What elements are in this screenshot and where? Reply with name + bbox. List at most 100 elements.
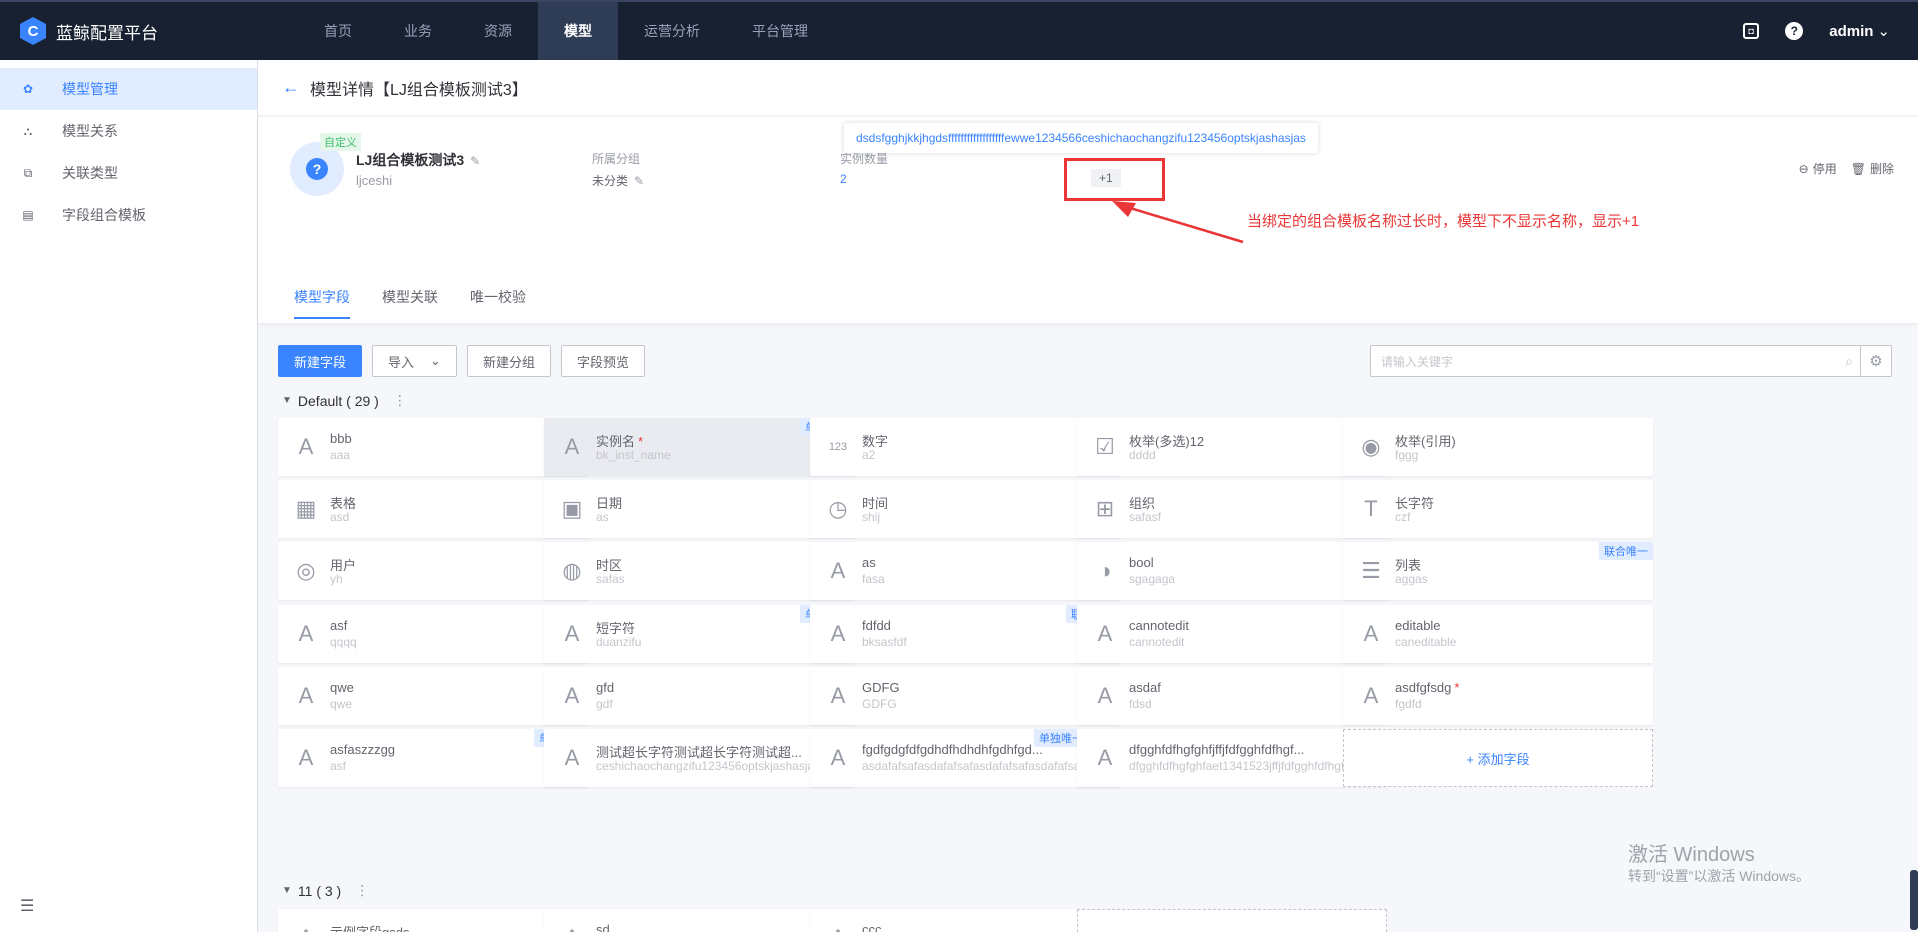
group-value: 未分类 ✎	[592, 172, 644, 189]
import-button[interactable]: 导入 ⌄	[372, 345, 457, 377]
field-card[interactable]: T 长字符 czf	[1343, 480, 1653, 539]
field-card[interactable]: ◉ 枚举(引用) fggg	[1343, 418, 1653, 476]
more-icon[interactable]: ⋮	[355, 882, 369, 899]
add-field-button[interactable]: + 添加字段	[1343, 729, 1653, 787]
tab-model-relations[interactable]: 模型关联	[382, 287, 438, 319]
field-card[interactable]: Abbb aaa	[278, 418, 588, 476]
field-card[interactable]: Aasf qqqq	[278, 604, 588, 663]
app-logo[interactable]: C 蓝鲸配置平台	[0, 17, 258, 45]
field-name-text: fdfdd	[862, 617, 891, 633]
field-name-text: 数字	[862, 434, 889, 449]
required-mark: *	[1454, 679, 1460, 695]
notice-icon[interactable]: ◘	[1743, 23, 1760, 39]
sidebar-item-label: 字段组合模板	[62, 207, 146, 223]
field-id: asdafafsafasdafafsafasdafafsafasdafafsaf…	[862, 759, 1113, 773]
field-card[interactable]: Agfd gdf	[544, 666, 854, 725]
field-name-text: ccc	[862, 922, 882, 932]
field-name-text: cannotedit	[1129, 617, 1189, 633]
field-type-icon: A	[294, 925, 318, 932]
user-menu[interactable]: admin ⌄	[1829, 22, 1890, 40]
help-icon[interactable]: ?	[1785, 22, 1804, 40]
tab-unique-check[interactable]: 唯一校验	[470, 287, 526, 319]
field-id: aggas	[1395, 572, 1428, 587]
main-content: ← 模型详情【LJ组合模板测试3】 ? 自定义 LJ组合模板测试3 ✎ ljces…	[258, 60, 1918, 932]
question-icon: ?	[306, 158, 328, 180]
field-card[interactable]: ⊞ 组织 safasf	[1077, 480, 1387, 539]
field-name: editable	[1395, 618, 1441, 633]
field-name: 示例字段gsds	[330, 922, 409, 932]
nav-business[interactable]: 业务	[378, 2, 458, 60]
field-card[interactable]: Aqwe qwe	[278, 666, 588, 725]
field-card[interactable]: ◷ 时间 shij	[810, 480, 1120, 539]
windows-watermark-sub: 转到“设置”以激活 Windows。	[1628, 868, 1811, 884]
nav-resource[interactable]: 资源	[458, 2, 538, 60]
group-header-default[interactable]: ▼ Default ( 29 ) ⋮	[282, 392, 407, 409]
field-card[interactable]: ◍ 时区 safas	[544, 542, 854, 601]
edit-icon[interactable]: ✎	[470, 154, 480, 168]
field-type-icon: A	[1097, 620, 1113, 646]
model-id: ljceshi	[356, 173, 393, 188]
new-group-button[interactable]: 新建分组	[466, 345, 551, 377]
nav-model[interactable]: 模型	[538, 2, 618, 60]
field-card[interactable]: ▣ 日期 as	[544, 480, 854, 539]
field-card[interactable]: A短字符duanzifu单独唯一	[544, 604, 854, 663]
field-card[interactable]: ☑ 枚举(多选)12 dddd	[1077, 418, 1387, 476]
sidebar-item-association-type[interactable]: ⧉ 关联类型	[0, 152, 257, 194]
field-id: safas	[596, 572, 625, 587]
group-header-11[interactable]: ▼ 11 ( 3 ) ⋮	[282, 882, 369, 899]
scrollbar[interactable]	[1910, 870, 1918, 930]
field-card[interactable]: A GDFG GDFG	[810, 666, 1120, 725]
nav-platform[interactable]: 平台管理	[726, 2, 834, 60]
nav-home[interactable]: 首页	[298, 2, 378, 60]
back-arrow-icon[interactable]: ←	[282, 77, 300, 98]
field-card[interactable]: ▦ 表格 asd	[278, 480, 588, 539]
field-id: fasa	[862, 572, 885, 587]
field-card[interactable]: Aeditable caneditable	[1343, 604, 1653, 663]
edit-icon[interactable]: ✎	[634, 174, 644, 188]
field-name-text: qwe	[330, 679, 354, 695]
field-card[interactable]: Aasdfgfsdg * fgdfd	[1343, 666, 1653, 725]
field-card[interactable]: Afdfddbksasfdf联合唯一	[810, 604, 1120, 663]
sidebar-item-field-template[interactable]: ▤ 字段组合模板	[0, 194, 257, 236]
nav-analytics[interactable]: 运营分析	[618, 2, 726, 60]
add-field-button[interactable]: + 添加字段	[1077, 909, 1387, 932]
field-card[interactable]: A 测试超长字符测试超长字符测试超... ceshichaochangzifu123…	[544, 729, 854, 787]
tab-model-fields[interactable]: 模型字段	[294, 287, 350, 319]
more-icon[interactable]: ⋮	[393, 392, 407, 409]
field-card[interactable]: Acccsasfa	[810, 909, 1120, 932]
field-card[interactable]: Aasfaszzzggasf单独唯一	[278, 729, 588, 787]
field-type-icon: ◷	[828, 496, 848, 522]
field-id: bk_inst_name	[596, 448, 671, 462]
field-id: qqqq	[330, 634, 357, 649]
sidebar-item-model-relation[interactable]: ⛬ 模型关系	[0, 110, 257, 152]
new-field-button[interactable]: 新建字段	[278, 345, 363, 377]
field-preview-button[interactable]: 字段预览	[560, 345, 645, 377]
collapse-sidebar-icon[interactable]: ☰	[20, 896, 34, 916]
settings-button[interactable]: ⚙	[1860, 345, 1892, 377]
search-input[interactable]: 请输入关键字 ⌕	[1370, 345, 1862, 377]
field-type-icon: A	[298, 620, 314, 646]
field-card[interactable]: A示例字段gsdsdemo	[278, 909, 588, 932]
field-card[interactable]: 123数字a2模板	[810, 418, 1120, 476]
field-name: ccc	[862, 922, 882, 932]
field-card[interactable]: ◑ bool sgagaga	[1077, 542, 1387, 601]
field-card[interactable]: Afgdfgdgfdfgdhdfhdhdhfgdhfgd... asdafafsa…	[810, 729, 1120, 787]
sidebar-item-model-management[interactable]: ✿ 模型管理	[0, 68, 257, 110]
field-card[interactable]: Aasdaf fdsd	[1077, 666, 1387, 725]
field-type-icon: ◉	[1361, 434, 1381, 459]
field-card[interactable]: Asdafsf	[544, 909, 854, 932]
delete-button[interactable]: 🗑 删除	[1851, 160, 1894, 177]
field-id: fdsd	[1129, 696, 1152, 711]
annotation-text: 当绑定的组合模板名称过长时，模型下不显示名称，显示+1	[1247, 213, 1640, 230]
field-card[interactable]: ◎ 用户 yh	[278, 542, 588, 601]
field-name: asdfgfsdg *	[1395, 680, 1459, 695]
field-card[interactable]: ☰ 列表 aggas 联合唯一	[1343, 542, 1653, 601]
disable-button[interactable]: ⊖ 停用	[1799, 160, 1837, 177]
instance-count-value[interactable]: 2	[840, 172, 847, 186]
field-card[interactable]: Adfgghfdfhgfghfjffjfdfgghfdfhgf... dfgghf…	[1077, 729, 1387, 787]
field-name-text: 实例名	[596, 434, 636, 449]
field-id: asf	[330, 759, 347, 773]
field-card[interactable]: A实例名*bk_inst_name单独唯一	[544, 418, 854, 476]
field-card[interactable]: Acannotedit cannotedit	[1077, 604, 1387, 663]
field-card[interactable]: Aas fasa	[810, 542, 1120, 601]
